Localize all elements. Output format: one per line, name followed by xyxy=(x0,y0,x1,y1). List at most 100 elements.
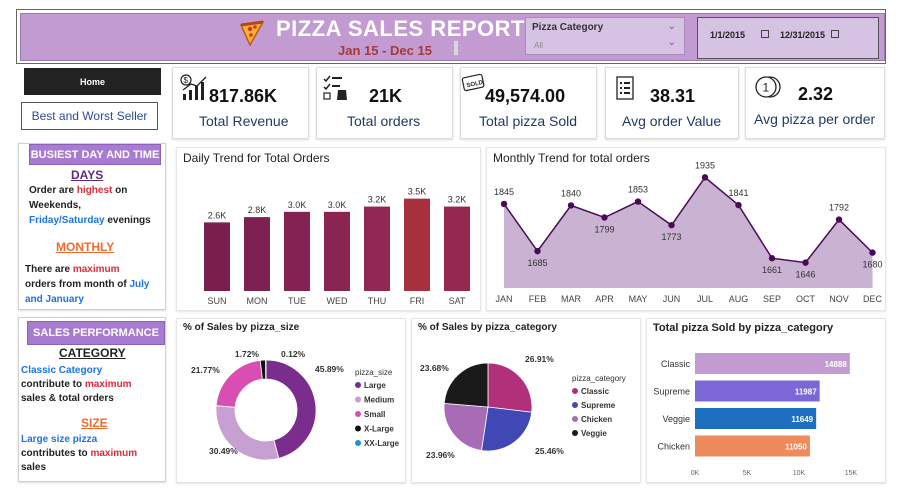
legend-marker xyxy=(572,388,578,394)
legend-marker xyxy=(355,440,361,446)
legend-marker xyxy=(355,411,361,417)
x-tick-label: JUN xyxy=(663,294,681,304)
area-fill xyxy=(504,177,873,288)
data-label: 0.12% xyxy=(281,349,306,359)
slicer-label: Pizza Category xyxy=(532,22,604,33)
dropdown-chevron-icon[interactable]: ⌄ xyxy=(668,37,676,48)
x-tick-label: 5K xyxy=(743,470,752,477)
home-button[interactable]: Home xyxy=(24,68,161,95)
kpi-card-total-pizza-sold: SOLD 49,574.00 Total pizza Sold xyxy=(460,67,597,139)
best-worst-seller-button[interactable]: Best and Worst Seller xyxy=(21,102,158,130)
data-label: 45.89% xyxy=(315,364,344,374)
kpi-value: 21K xyxy=(369,86,403,106)
order-checklist-icon xyxy=(323,75,347,100)
pizza-category-slicer[interactable]: Pizza Category ⌄ All ⌄ xyxy=(525,17,685,55)
calendar-icon[interactable] xyxy=(761,30,769,38)
data-label: 1792 xyxy=(829,203,849,213)
kpi-value: 2.32 xyxy=(798,84,834,104)
svg-text:$: $ xyxy=(184,76,189,85)
legend-item: Large xyxy=(364,381,386,390)
x-tick-label: MAY xyxy=(629,294,648,304)
data-label: 3.5K xyxy=(408,187,427,197)
kpi-value: 38.31 xyxy=(650,86,696,106)
kpi-card-avg-order-value: 38.31 Avg order Value xyxy=(605,67,739,139)
days-title: DAYS xyxy=(71,168,104,182)
end-date-input[interactable]: 12/31/2015 xyxy=(780,30,825,40)
kpi-label: Total pizza Sold xyxy=(479,113,578,129)
report-title: PIZZA SALES REPORT xyxy=(276,16,525,41)
kpi-card-total-revenue: $ 817.86K Total Revenue xyxy=(172,67,309,139)
x-tick-label: WED xyxy=(327,296,348,306)
insight-text: Weekends, xyxy=(29,200,82,211)
bar xyxy=(364,206,390,291)
sales-performance-card: SALES PERFORMANCE CATEGORY Classic Categ… xyxy=(18,317,166,482)
data-point xyxy=(567,202,575,209)
date-range-slicer[interactable]: 1/1/2015 12/31/2015 xyxy=(697,17,879,59)
size-title: SIZE xyxy=(81,416,108,430)
x-tick-label: SEP xyxy=(763,294,781,304)
x-tick-label: FRI xyxy=(410,296,425,306)
bar xyxy=(324,211,350,291)
start-date-input[interactable]: 1/1/2015 xyxy=(710,30,745,40)
data-label: 21.77% xyxy=(191,365,220,375)
insight-text: sales xyxy=(21,462,47,473)
x-tick-label: DEC xyxy=(863,294,883,304)
kpi-value: 817.86K xyxy=(209,86,278,106)
x-tick-label: 0K xyxy=(691,470,700,477)
legend-item: Veggie xyxy=(581,429,607,438)
insight-text: Large size pizza xyxy=(21,434,98,445)
legend-title: pizza_size xyxy=(355,368,393,377)
calendar-icon[interactable] xyxy=(831,30,839,38)
data-label: 3.2K xyxy=(368,195,387,205)
y-tick-label: Chicken xyxy=(657,442,690,452)
revenue-chart-icon: $ xyxy=(180,74,207,100)
monthly-title: MONTHLY xyxy=(56,240,115,254)
bar xyxy=(404,198,430,291)
data-label: 3.2K xyxy=(448,195,467,205)
pie-slice xyxy=(215,359,263,408)
category-pie-plot: 26.91% 25.46% 23.96% 23.68% pizza_category Cl… xyxy=(420,354,626,460)
x-tick-label: THU xyxy=(368,296,387,306)
data-label: 23.68% xyxy=(420,363,449,373)
legend-marker xyxy=(572,416,578,422)
y-tick-label: Supreme xyxy=(653,387,690,397)
data-point xyxy=(768,255,776,262)
data-label: 23.96% xyxy=(426,450,455,460)
legend-item: Small xyxy=(364,410,385,419)
data-label: 1.72% xyxy=(235,349,260,359)
legend-item: Classic xyxy=(581,387,610,396)
data-point xyxy=(534,247,541,255)
kpi-label: Total Revenue xyxy=(199,113,289,129)
data-point xyxy=(668,221,675,229)
legend-marker xyxy=(572,402,578,408)
x-tick-label: 10K xyxy=(793,470,806,477)
data-label: 1661 xyxy=(762,265,782,275)
data-point xyxy=(735,201,742,209)
insight-text: orders from month of July xyxy=(25,279,150,290)
monthly-trend-plot: 1845 JAN 1685 FEB 1840 MAR 1799 APR 1853 MAY 1773 J… xyxy=(494,160,883,304)
insight-text: contribute to maximum xyxy=(21,379,132,390)
legend-marker xyxy=(355,382,361,388)
legend-item: X-Large xyxy=(364,425,394,434)
coins-icon: 1 xyxy=(755,76,781,98)
pie-slice xyxy=(481,406,533,452)
x-tick-label: SAT xyxy=(449,296,466,306)
insight-text: sales & total orders xyxy=(21,393,114,404)
insight-heading: SALES PERFORMANCE xyxy=(27,321,165,345)
legend-marker xyxy=(355,396,361,403)
x-tick-label: SUN xyxy=(207,296,226,306)
pie-slice xyxy=(487,362,533,413)
chevron-down-icon[interactable]: ⌄ xyxy=(668,21,676,32)
data-label: 1685 xyxy=(527,258,547,268)
kpi-value: 49,574.00 xyxy=(485,86,566,106)
insight-text: Order are highest on xyxy=(29,185,128,196)
data-label: 11649 xyxy=(791,415,813,424)
bar xyxy=(204,222,230,291)
data-label: 1680 xyxy=(862,260,882,270)
legend-item: Medium xyxy=(364,396,394,405)
y-tick-label: Classic xyxy=(661,359,691,369)
bar xyxy=(284,211,310,291)
sales-by-category-chart: % of Sales by pizza_category 26.91% 25.46… xyxy=(411,318,641,483)
slicer-selected-value[interactable]: All xyxy=(534,41,543,50)
data-label: 30.49% xyxy=(209,446,238,456)
